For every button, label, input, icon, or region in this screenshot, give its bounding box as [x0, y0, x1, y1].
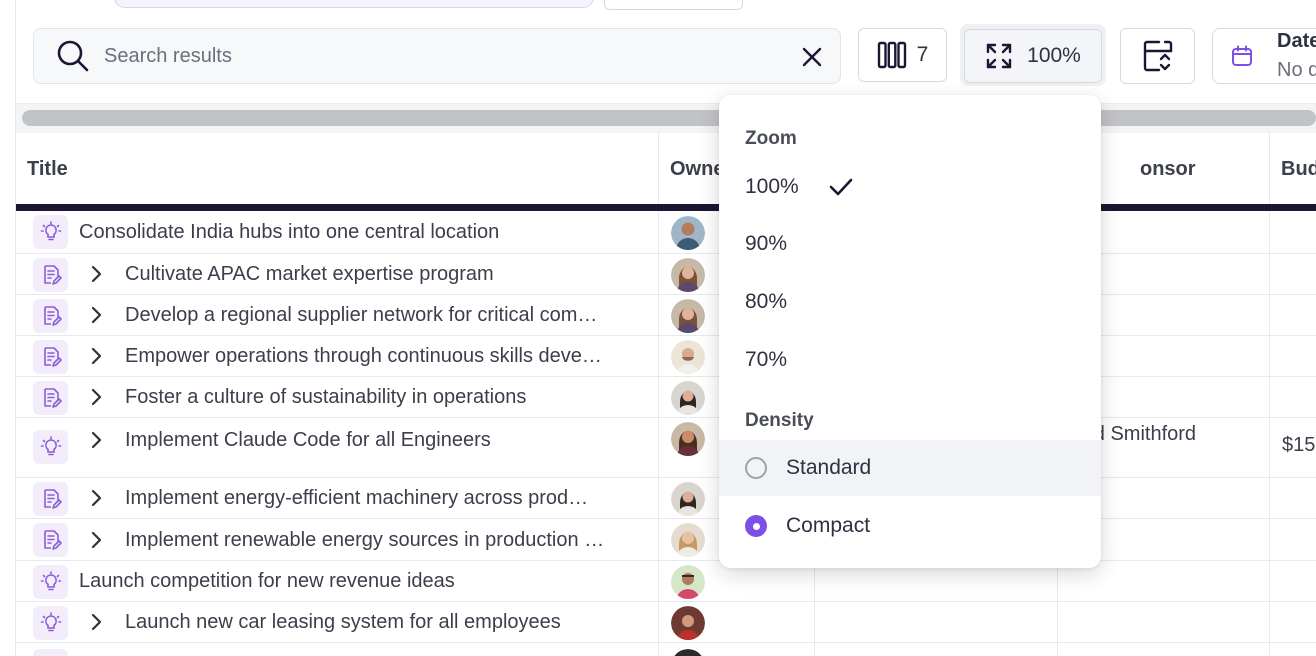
table-row[interactable]: Implement renewable energy sources in pr… [16, 519, 1316, 561]
idea-type-icon [33, 649, 68, 656]
density-heading: Density [745, 410, 814, 431]
expand-icon [986, 43, 1012, 69]
columns-count: 7 [916, 43, 929, 66]
zoom-value: 100% [1027, 44, 1081, 67]
row-height-icon [1143, 40, 1172, 72]
row-title[interactable]: Implement renewable energy sources in pr… [125, 529, 649, 552]
zoom-option-label: 70% [745, 348, 788, 371]
filter-chip[interactable] [114, 0, 594, 8]
expand-chevron-icon[interactable] [86, 488, 106, 508]
column-header-title[interactable]: Title [16, 133, 659, 205]
table-row[interactable]: Launch new car leasing system for all em… [16, 602, 1316, 643]
zoom-density-menu: Zoom 100% 90% 80% 70% Density Standard C… [719, 95, 1101, 568]
table-row[interactable] [16, 643, 1316, 656]
zoom-option-100[interactable]: 100% [719, 159, 1101, 215]
radio-unselected-icon [745, 457, 767, 479]
density-option-label: Compact [786, 514, 871, 537]
expand-chevron-icon[interactable] [86, 346, 106, 366]
avatar[interactable] [671, 565, 705, 599]
avatar[interactable] [671, 381, 705, 415]
search-input[interactable] [104, 44, 744, 68]
plan-type-icon [33, 523, 68, 557]
radio-selected-icon [745, 515, 767, 537]
plan-type-icon [33, 299, 68, 333]
row-title[interactable]: Launch new car leasing system for all em… [125, 611, 649, 634]
zoom-option-label: 90% [745, 232, 788, 255]
avatar[interactable] [671, 523, 705, 557]
table-row[interactable]: Cultivate APAC market expertise program [16, 254, 1316, 295]
row-title[interactable]: Empower operations through continuous sk… [125, 345, 649, 368]
density-option-standard[interactable]: Standard [719, 440, 1101, 496]
avatar[interactable] [671, 649, 705, 656]
plan-type-icon [33, 340, 68, 374]
expand-chevron-icon[interactable] [86, 305, 106, 325]
date-filter-value: No d [1277, 59, 1316, 81]
calendar-icon [1232, 45, 1252, 66]
row-title[interactable]: Cultivate APAC market expertise program [125, 263, 649, 286]
row-title[interactable]: Develop a regional supplier network for … [125, 304, 649, 327]
table-header: Title Owne onsor Bud [16, 133, 1316, 205]
avatar[interactable] [671, 482, 705, 516]
density-option-label: Standard [786, 456, 872, 479]
budget-value: $15 [1282, 434, 1316, 456]
column-header-budget[interactable]: Bud [1270, 133, 1316, 205]
row-title[interactable]: Implement energy-efficient machinery acr… [125, 487, 649, 510]
zoom-option-90[interactable]: 90% [719, 216, 1101, 272]
zoom-option-80[interactable]: 80% [719, 274, 1101, 330]
avatar[interactable] [671, 258, 705, 292]
plan-type-icon [33, 482, 68, 516]
search-bar[interactable] [33, 28, 841, 84]
idea-type-icon [33, 565, 68, 599]
table-row[interactable]: Launch competition for new revenue ideas [16, 561, 1316, 602]
idea-type-icon [33, 215, 68, 249]
zoom-button[interactable]: 100% [964, 29, 1102, 83]
horizontal-scrollbar-thumb[interactable] [22, 110, 1316, 126]
table-row[interactable]: Implement Claude Code for all Engineers … [16, 418, 1316, 478]
table-row[interactable]: Foster a culture of sustainability in op… [16, 377, 1316, 418]
expand-chevron-icon[interactable] [86, 612, 106, 632]
header-divider [16, 204, 1316, 211]
plan-type-icon [33, 258, 68, 292]
row-title[interactable]: Implement Claude Code for all Engineers [125, 429, 649, 452]
row-title[interactable]: Consolidate India hubs into one central … [79, 221, 649, 244]
expand-chevron-icon[interactable] [86, 387, 106, 407]
density-option-compact[interactable]: Compact [719, 498, 1101, 554]
plan-type-icon [33, 381, 68, 415]
date-filter-button[interactable]: Date No d [1212, 28, 1316, 84]
idea-type-icon [33, 430, 68, 464]
columns-button[interactable]: 7 [858, 28, 947, 82]
zoom-option-label: 100% [745, 175, 799, 198]
table-row[interactable]: Develop a regional supplier network for … [16, 295, 1316, 336]
avatar[interactable] [671, 340, 705, 374]
row-title[interactable]: Launch competition for new revenue ideas [79, 570, 649, 593]
table-row[interactable]: Empower operations through continuous sk… [16, 336, 1316, 377]
expand-chevron-icon[interactable] [86, 264, 106, 284]
row-title[interactable]: Foster a culture of sustainability in op… [125, 386, 649, 409]
date-filter-label: Date [1277, 30, 1316, 52]
zoom-option-70[interactable]: 70% [719, 332, 1101, 388]
avatar[interactable] [671, 299, 705, 333]
table-row[interactable]: Consolidate India hubs into one central … [16, 211, 1316, 254]
expand-chevron-icon[interactable] [86, 530, 106, 550]
filter-control[interactable] [604, 0, 743, 10]
avatar[interactable] [671, 606, 705, 640]
table-row[interactable]: Implement energy-efficient machinery acr… [16, 478, 1316, 519]
clear-search-icon[interactable] [800, 45, 824, 69]
columns-icon [877, 41, 906, 69]
checkmark-icon [829, 178, 853, 196]
row-density-button[interactable] [1120, 28, 1195, 84]
zoom-heading: Zoom [745, 128, 797, 149]
avatar[interactable] [671, 216, 705, 250]
expand-chevron-icon[interactable] [86, 430, 106, 450]
search-icon [57, 40, 89, 72]
avatar[interactable] [671, 422, 705, 456]
idea-type-icon [33, 606, 68, 640]
zoom-option-label: 80% [745, 290, 788, 313]
